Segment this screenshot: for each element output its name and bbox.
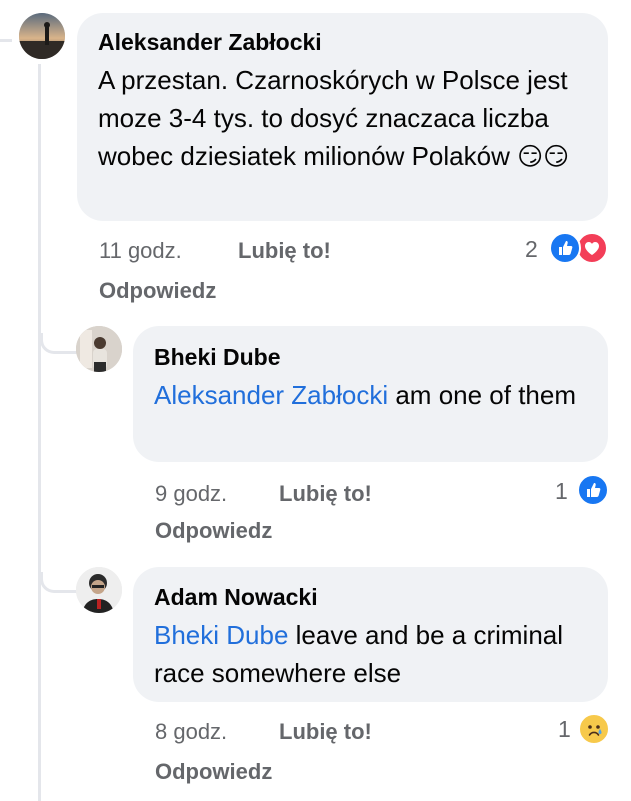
- comment-bubble: Adam Nowacki Bheki Dube leave and be a c…: [133, 567, 608, 702]
- comment-text-body: am one of them: [388, 380, 577, 410]
- comment-author[interactable]: Adam Nowacki: [154, 582, 588, 612]
- sad-icon[interactable]: [578, 713, 610, 745]
- comment-author[interactable]: Bheki Dube: [154, 342, 588, 372]
- emoji-smirk: 😏😏: [517, 143, 570, 171]
- avatar[interactable]: [76, 567, 122, 613]
- avatar[interactable]: [19, 13, 65, 59]
- comment-bubble: Aleksander Zabłocki A przestan. Czarnosk…: [77, 13, 608, 221]
- reaction-count[interactable]: 1: [558, 716, 571, 743]
- comment-time[interactable]: 8 godz.: [155, 719, 227, 745]
- comment-time[interactable]: 9 godz.: [155, 481, 227, 507]
- comment-text-body: A przestan. Czarnoskórych w Polsce jest …: [98, 65, 568, 171]
- comment-text: Aleksander Zabłocki am one of them: [154, 376, 588, 414]
- like-icon[interactable]: [549, 232, 581, 264]
- comment-text: Bheki Dube leave and be a criminal race …: [154, 616, 588, 692]
- thread-line-vertical: [38, 64, 41, 801]
- avatar-image: [19, 13, 65, 59]
- comment-text: A przestan. Czarnoskórych w Polsce jest …: [98, 61, 588, 176]
- like-icon[interactable]: [577, 474, 609, 506]
- mention-link[interactable]: Bheki Dube: [154, 620, 288, 650]
- comment-time[interactable]: 11 godz.: [99, 238, 182, 264]
- reaction-count[interactable]: 2: [525, 236, 538, 263]
- thread-branch-reply-2: [40, 572, 77, 593]
- thread-branch-reply-1: [40, 333, 77, 354]
- reaction-count[interactable]: 1: [555, 478, 568, 505]
- like-button[interactable]: Lubię to!: [279, 481, 372, 507]
- reply-button[interactable]: Odpowiedz: [99, 278, 216, 304]
- reply-button[interactable]: Odpowiedz: [155, 518, 272, 544]
- avatar-image: [76, 567, 122, 613]
- like-button[interactable]: Lubię to!: [238, 238, 331, 264]
- mention-link[interactable]: Aleksander Zabłocki: [154, 380, 388, 410]
- thread-line-top: [0, 39, 12, 42]
- comment-author[interactable]: Aleksander Zabłocki: [98, 27, 588, 57]
- avatar[interactable]: [76, 326, 122, 372]
- avatar-image: [76, 326, 122, 372]
- like-button[interactable]: Lubię to!: [279, 719, 372, 745]
- comment-bubble: Bheki Dube Aleksander Zabłocki am one of…: [133, 326, 608, 462]
- reply-button[interactable]: Odpowiedz: [155, 759, 272, 785]
